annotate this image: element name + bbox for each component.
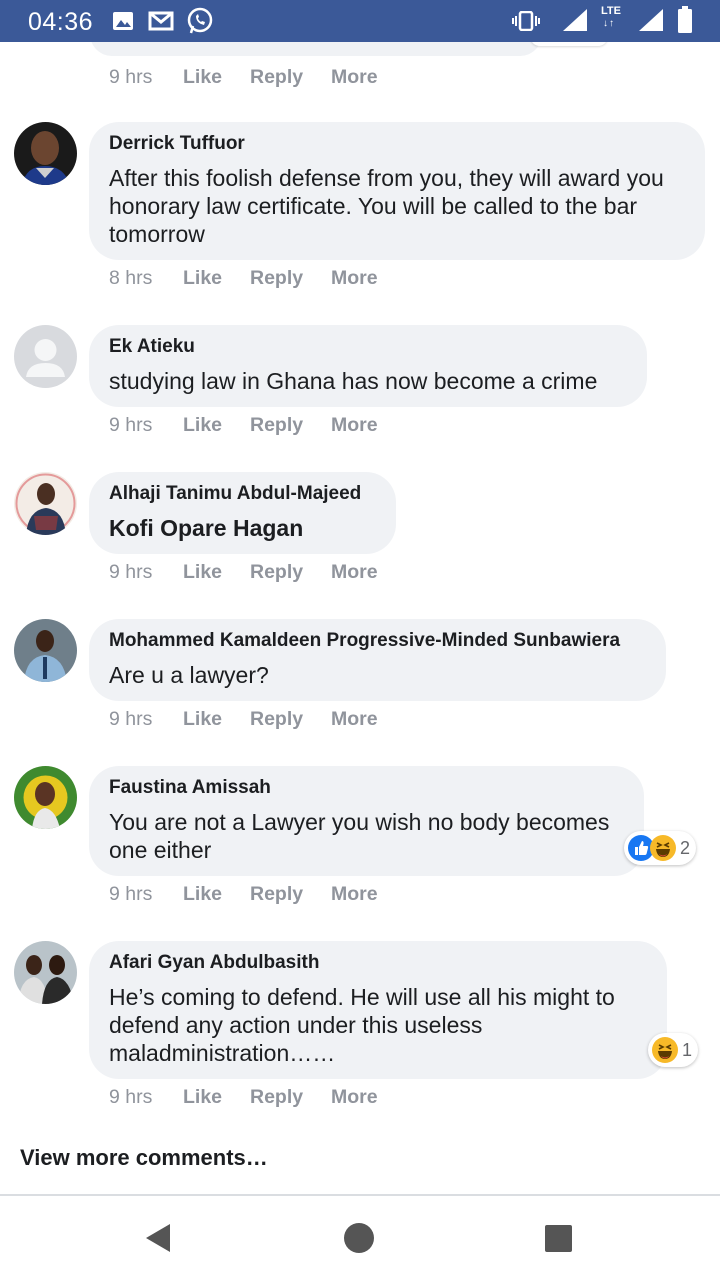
status-time: 04:36: [28, 8, 94, 36]
signal-strength-icon: [638, 8, 664, 32]
network-type-label: LTE: [601, 5, 621, 17]
avatar[interactable]: [14, 619, 77, 682]
avatar[interactable]: [14, 766, 77, 829]
comment-time: 9 hrs: [109, 708, 153, 730]
avatar[interactable]: [14, 325, 77, 388]
comment-time: 9 hrs: [109, 1086, 153, 1108]
comment-bubble[interactable]: Derrick Tuffuor After this foolish defen…: [89, 122, 705, 260]
avatar[interactable]: [14, 941, 77, 1004]
previous-comment-reactions[interactable]: [530, 42, 608, 46]
comment-bubble[interactable]: Mohammed Kamaldeen Progressive-Minded Su…: [89, 619, 666, 701]
vibrate-icon: [512, 11, 540, 31]
more-link[interactable]: More: [331, 1086, 378, 1109]
whatsapp-notification-icon: [186, 7, 214, 35]
comment-bubble[interactable]: Alhaji Tanimu Abdul-Majeed Kofi Opare Ha…: [89, 472, 396, 554]
avatar[interactable]: [14, 472, 77, 535]
previous-comment-meta: 9 hrs Like Reply More: [109, 66, 378, 89]
more-link[interactable]: More: [331, 66, 378, 89]
comment-meta: 9 hrs Like Reply More: [109, 561, 378, 584]
more-link[interactable]: More: [331, 883, 378, 906]
like-link[interactable]: Like: [183, 66, 250, 89]
comment-author[interactable]: Mohammed Kamaldeen Progressive-Minded Su…: [109, 629, 646, 653]
recents-icon[interactable]: [545, 1225, 572, 1257]
comment-author[interactable]: Derrick Tuffuor: [109, 132, 685, 156]
reply-link[interactable]: Reply: [250, 1086, 331, 1109]
back-icon[interactable]: [144, 1223, 172, 1258]
network-activity-arrows: ↓↑: [603, 18, 615, 29]
tagged-name[interactable]: Kofi Opare Hagan: [109, 514, 376, 542]
previous-comment-bubble[interactable]: [90, 42, 542, 56]
comment-text: He’s coming to defend. He will use all h…: [109, 984, 615, 1066]
comment-time: 9 hrs: [109, 414, 153, 436]
like-link[interactable]: Like: [183, 267, 250, 290]
comment-meta: 9 hrs Like Reply More: [109, 883, 378, 906]
reaction-count: 2: [680, 837, 691, 858]
comment-meta: 8 hrs Like Reply More: [109, 267, 378, 290]
system-nav-bar: [0, 1196, 720, 1280]
comment-meta: 9 hrs Like Reply More: [109, 1086, 378, 1109]
like-link[interactable]: Like: [183, 883, 250, 906]
status-bar: 04:36 LTE ↓↑: [0, 0, 720, 42]
reply-link[interactable]: Reply: [250, 66, 331, 89]
comment-meta: 9 hrs Like Reply More: [109, 708, 378, 731]
gallery-notification-icon: [112, 11, 134, 31]
more-link[interactable]: More: [331, 561, 378, 584]
reply-link[interactable]: Reply: [250, 883, 331, 906]
avatar[interactable]: [14, 122, 77, 185]
comment-text: studying law in Ghana has now become a c…: [109, 368, 598, 394]
comment-author[interactable]: Afari Gyan Abdulbasith: [109, 951, 647, 975]
more-link[interactable]: More: [331, 414, 378, 437]
more-link[interactable]: More: [331, 708, 378, 731]
comment-text: Are u a lawyer?: [109, 662, 269, 688]
reply-link[interactable]: Reply: [250, 267, 331, 290]
comment-bubble[interactable]: Ek Atieku studying law in Ghana has now …: [89, 325, 647, 407]
like-link[interactable]: Like: [183, 1086, 250, 1109]
gmail-notification-icon: [148, 11, 174, 31]
comment-time: 8 hrs: [109, 267, 153, 289]
comment-author[interactable]: Faustina Amissah: [109, 776, 624, 800]
battery-icon: [677, 6, 693, 34]
comment-bubble[interactable]: Afari Gyan Abdulbasith He’s coming to de…: [89, 941, 667, 1079]
comment-meta: 9 hrs Like Reply More: [109, 414, 378, 437]
more-link[interactable]: More: [331, 267, 378, 290]
reply-link[interactable]: Reply: [250, 561, 331, 584]
reaction-summary[interactable]: 2: [624, 831, 697, 865]
reply-link[interactable]: Reply: [250, 414, 331, 437]
reply-link[interactable]: Reply: [250, 708, 331, 731]
comment-time: 9 hrs: [109, 883, 153, 905]
like-link[interactable]: Like: [183, 414, 250, 437]
comment-bubble[interactable]: Faustina Amissah You are not a Lawyer yo…: [89, 766, 644, 876]
reaction-summary[interactable]: 1: [648, 1033, 699, 1067]
home-icon[interactable]: [343, 1222, 375, 1259]
comment-author[interactable]: Ek Atieku: [109, 335, 627, 359]
signal-icon: [562, 8, 588, 32]
comment-time: 9 hrs: [109, 561, 153, 583]
view-more-comments-link[interactable]: View more comments…: [20, 1145, 268, 1171]
like-link[interactable]: Like: [183, 708, 250, 731]
haha-reaction-icon: [652, 1037, 678, 1063]
comment-time: 9 hrs: [109, 66, 153, 88]
comments-feed[interactable]: 9 hrs Like Reply More Derrick Tuffuor After…: [0, 42, 720, 1194]
comment-text: You are not a Lawyer you wish no body be…: [109, 809, 610, 863]
comment-author[interactable]: Alhaji Tanimu Abdul-Majeed: [109, 482, 376, 506]
haha-reaction-icon: [650, 835, 676, 861]
reaction-count: 1: [682, 1039, 693, 1060]
like-link[interactable]: Like: [183, 561, 250, 584]
comment-text: After this foolish defense from you, the…: [109, 165, 664, 247]
